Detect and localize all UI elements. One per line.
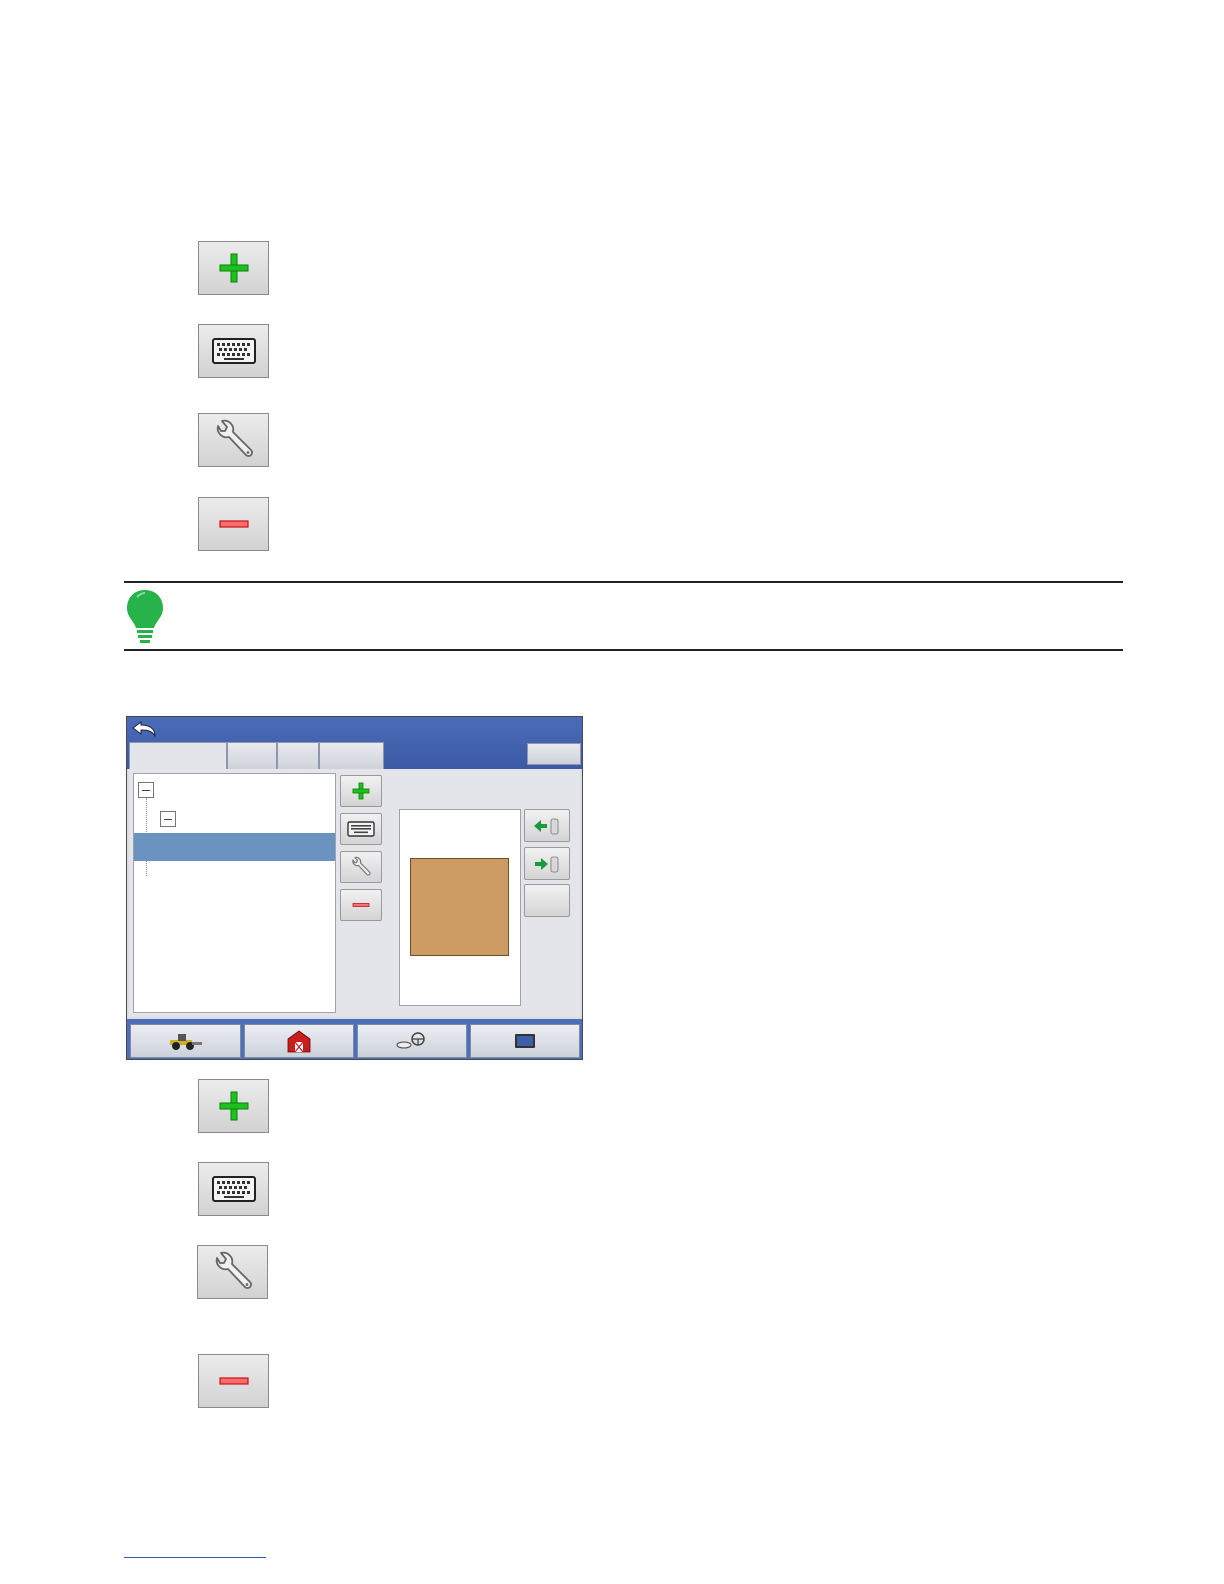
tractor-icon bbox=[169, 1034, 202, 1050]
tab-1[interactable] bbox=[129, 742, 227, 769]
rename-button[interactable] bbox=[340, 813, 382, 845]
footnote-rule bbox=[124, 1557, 266, 1558]
wrench-icon bbox=[216, 419, 253, 457]
plus-icon bbox=[219, 253, 248, 283]
plus-icon bbox=[219, 1091, 248, 1121]
footer-management-button[interactable] bbox=[244, 1024, 354, 1058]
wrench-icon bbox=[215, 1251, 252, 1289]
note-lightbulb bbox=[124, 588, 166, 649]
import-button[interactable] bbox=[524, 809, 570, 842]
footer-equipment-button[interactable] bbox=[130, 1024, 241, 1058]
tree-selected-row[interactable] bbox=[134, 833, 335, 861]
remove-button[interactable] bbox=[340, 889, 382, 921]
note-bottom-rule bbox=[124, 649, 1123, 651]
add-button[interactable] bbox=[198, 241, 269, 295]
export-button[interactable] bbox=[524, 847, 570, 880]
management-screen bbox=[126, 716, 583, 1060]
footer-display-button[interactable] bbox=[470, 1024, 580, 1058]
footer-guidance-button[interactable] bbox=[357, 1024, 467, 1058]
import-arrow-icon bbox=[534, 818, 559, 834]
remove-button[interactable] bbox=[198, 497, 269, 551]
footer-bar bbox=[127, 1019, 582, 1059]
minus-icon bbox=[218, 1377, 249, 1385]
edit-button[interactable] bbox=[198, 413, 269, 467]
add-button[interactable] bbox=[340, 775, 382, 807]
tree-panel bbox=[133, 773, 336, 1013]
tree-collapse-toggle[interactable] bbox=[138, 782, 154, 798]
keyboard-icon bbox=[211, 338, 256, 364]
tab-4[interactable] bbox=[319, 742, 384, 769]
guidance-icon bbox=[396, 1032, 425, 1049]
barn-icon bbox=[287, 1030, 311, 1053]
plus-icon bbox=[352, 782, 370, 800]
edit-button[interactable] bbox=[340, 851, 382, 883]
rename-button[interactable] bbox=[198, 324, 269, 378]
remove-button[interactable] bbox=[198, 1354, 269, 1408]
back-arrow-icon bbox=[132, 721, 156, 738]
add-button[interactable] bbox=[198, 1079, 269, 1133]
tree-collapse-toggle[interactable] bbox=[160, 811, 176, 827]
keyboard-icon bbox=[211, 1176, 256, 1202]
rename-button[interactable] bbox=[198, 1162, 269, 1216]
blank-button[interactable] bbox=[524, 884, 570, 917]
back-button[interactable] bbox=[131, 720, 161, 743]
field-boundary-shape bbox=[410, 858, 509, 956]
edit-button[interactable] bbox=[197, 1245, 268, 1299]
display-icon bbox=[515, 1034, 535, 1048]
export-arrow-icon bbox=[535, 856, 559, 872]
tab-2[interactable] bbox=[227, 742, 277, 769]
wrench-icon bbox=[352, 856, 371, 876]
keyboard-icon bbox=[347, 821, 375, 837]
minus-icon bbox=[352, 903, 370, 907]
tab-right[interactable] bbox=[527, 743, 581, 765]
minus-icon bbox=[218, 520, 249, 528]
note-top-rule bbox=[124, 581, 1123, 583]
field-preview bbox=[399, 809, 521, 1006]
tab-3[interactable] bbox=[277, 742, 319, 769]
lightbulb-icon bbox=[127, 590, 163, 643]
